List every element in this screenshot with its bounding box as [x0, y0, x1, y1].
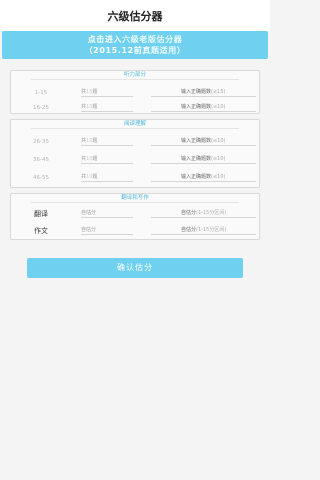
question-count: 共10题 [81, 137, 133, 146]
self-score-field[interactable]: 自估分 [81, 209, 133, 218]
question-count: 共10题 [81, 155, 133, 164]
task-label: 作文 [34, 226, 48, 235]
translation-row: 翻译 自估分 自估分(1-15分区间) [11, 206, 259, 221]
reading-row-3: 46-55 共10题 输入正确题数(≤10) [11, 170, 259, 185]
question-range: 36-45 [33, 156, 49, 163]
page-title: 六级估分器 [107, 9, 163, 23]
correct-count-input[interactable]: 输入正确题数(≤15) [151, 88, 256, 97]
listening-section: 听力部分 1-15 共15题 输入正确题数(≤15) 16-25 共10题 输入… [10, 70, 260, 114]
question-count: 共10题 [81, 103, 133, 112]
correct-count-input[interactable]: 输入正确题数(≤10) [151, 137, 256, 146]
question-count: 共10题 [81, 173, 133, 182]
listening-row-2: 16-25 共10题 输入正确题数(≤10) [11, 100, 259, 115]
banner-line-2: （2015.12前真题适用） [84, 46, 186, 55]
confirm-score-button[interactable]: 确认估分 [27, 258, 243, 278]
question-range: 26-35 [33, 138, 49, 145]
question-range: 1-15 [34, 89, 48, 96]
section-title: 阅读理解 [31, 120, 239, 129]
score-input[interactable]: 自估分(1-15分区间) [151, 209, 256, 218]
correct-count-input[interactable]: 输入正确题数(≤10) [151, 103, 256, 112]
old-version-banner[interactable]: 点击进入六级老版估分器 （2015.12前真题适用） [2, 31, 268, 59]
question-range: 46-55 [33, 174, 49, 181]
correct-count-input[interactable]: 输入正确题数(≤10) [151, 173, 256, 182]
listening-row-1: 1-15 共15题 输入正确题数(≤15) [11, 85, 259, 100]
app-title-bar: 六级估分器 [0, 0, 270, 31]
writing-section: 翻译和写作 翻译 自估分 自估分(1-15分区间) 作文 自估分 自估分(1-1… [10, 193, 260, 240]
task-label: 翻译 [34, 209, 48, 218]
reading-row-2: 36-45 共10题 输入正确题数(≤10) [11, 152, 259, 167]
correct-count-input[interactable]: 输入正确题数(≤10) [151, 155, 256, 164]
score-input[interactable]: 自估分(1-15分区间) [151, 226, 256, 235]
reading-section: 阅读理解 26-35 共10题 输入正确题数(≤10) 36-45 共10题 输… [10, 119, 260, 188]
question-count: 共15题 [81, 88, 133, 97]
reading-row-1: 26-35 共10题 输入正确题数(≤10) [11, 134, 259, 149]
self-score-field[interactable]: 自估分 [81, 226, 133, 235]
banner-line-1: 点击进入六级老版估分器 [87, 35, 183, 44]
question-range: 16-25 [33, 104, 49, 111]
essay-row: 作文 自估分 自估分(1-15分区间) [11, 223, 259, 238]
section-title: 听力部分 [31, 71, 239, 80]
section-title: 翻译和写作 [31, 194, 239, 203]
